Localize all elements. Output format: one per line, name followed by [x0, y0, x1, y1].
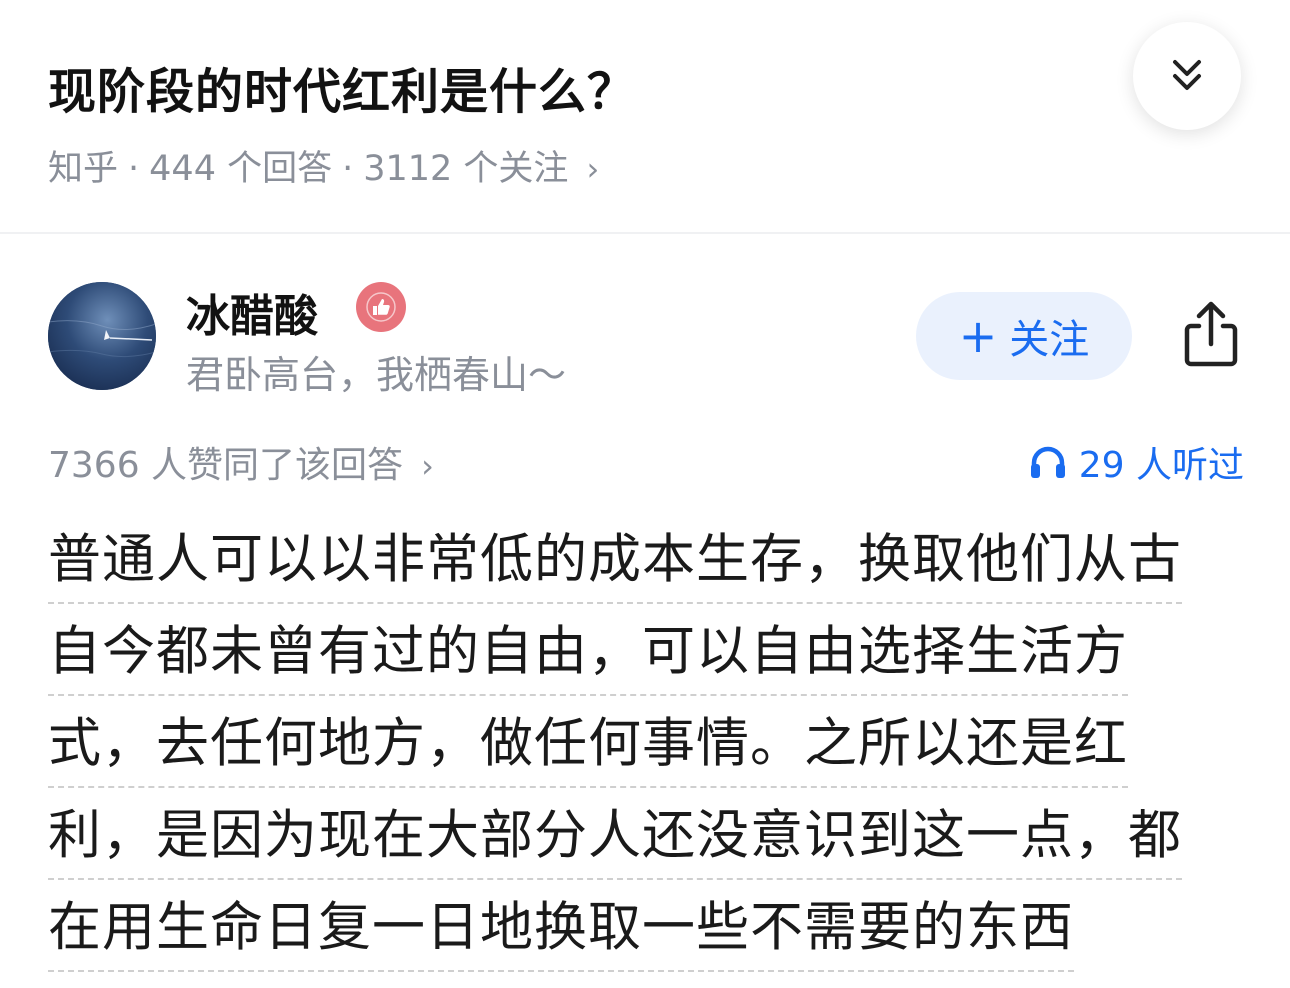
avatar[interactable]: [48, 282, 156, 390]
author-bio: 君卧高台，我栖春山～: [186, 353, 567, 397]
avatar-image: [48, 282, 156, 390]
follower-count: 3112 个关注: [363, 149, 569, 189]
double-chevron-down-icon: [1173, 60, 1201, 90]
answer-line: 式，去任何地方，做任何事情。之所以还是红: [48, 712, 1248, 804]
share-button[interactable]: [1176, 298, 1246, 370]
question-title[interactable]: 现阶段的时代红利是什么？: [48, 52, 636, 122]
thumbs-up-badge-icon: [356, 282, 406, 332]
answer-line: 自今都未曾有过的自由，可以自由选择生活方: [48, 620, 1248, 712]
plus-icon: +: [958, 309, 998, 363]
listen-info[interactable]: 29 人听过: [1029, 436, 1244, 488]
answer-count: 444 个回答: [149, 149, 333, 189]
share-icon: [1184, 301, 1238, 367]
answer-line: 在用生命日复一日地换取一些不需要的东西: [48, 896, 1248, 988]
section-divider: [0, 232, 1290, 234]
listen-count: 29 人听过: [1078, 445, 1244, 486]
vote-summary[interactable]: 7366 人赞同了该回答 ›: [48, 436, 434, 488]
follow-button[interactable]: + 关注: [916, 292, 1132, 380]
follow-label: 关注: [1009, 317, 1090, 363]
answer-body[interactable]: 普通人可以以非常低的成本生存，换取他们从古 自今都未曾有过的自由，可以自由选择生…: [48, 528, 1248, 988]
meta-separator: ·: [342, 149, 354, 189]
source-label: 知乎: [48, 149, 119, 189]
vote-count: 7366 人赞同了该回答: [48, 445, 404, 486]
question-meta[interactable]: 知乎 · 444 个回答 · 3112 个关注 ›: [48, 140, 599, 191]
answer-line: 普通人可以以非常低的成本生存，换取他们从古: [48, 528, 1248, 620]
collapse-button[interactable]: [1133, 22, 1241, 130]
meta-separator: ·: [128, 149, 140, 189]
chevron-right-icon: ›: [586, 150, 600, 188]
chevron-right-icon: ›: [421, 447, 434, 485]
question-header: 现阶段的时代红利是什么？ 知乎 · 444 个回答 · 3112 个关注 ›: [0, 0, 1290, 232]
answer-line: 利，是因为现在大部分人还没意识到这一点，都: [48, 804, 1248, 896]
author-name[interactable]: 冰醋酸: [186, 280, 318, 344]
headphones-icon: [1030, 446, 1065, 478]
